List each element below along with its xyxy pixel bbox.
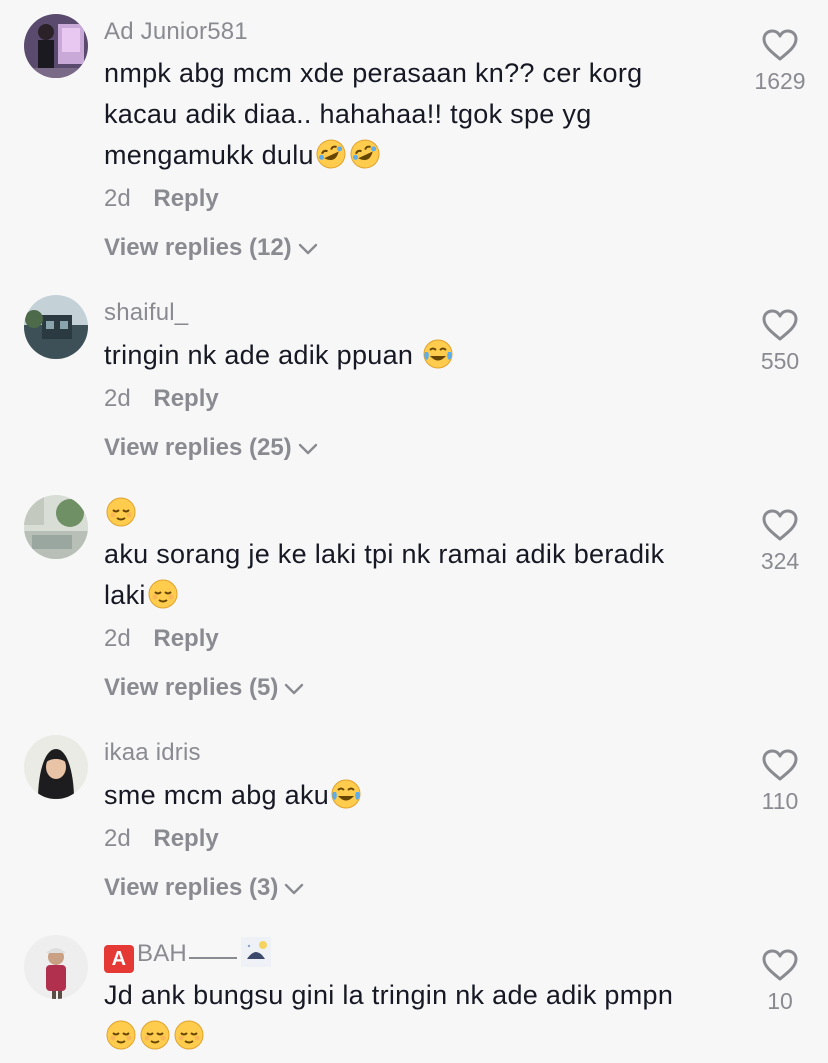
heart-icon[interactable] bbox=[761, 28, 799, 62]
tears-of-joy-emoji bbox=[422, 338, 454, 370]
comment-date: 2d bbox=[104, 625, 131, 652]
avatar[interactable] bbox=[24, 935, 88, 999]
reply-button[interactable]: Reply bbox=[153, 825, 218, 852]
comment-text: tringin nk ade adik ppuan bbox=[104, 335, 724, 376]
relieved-emoji bbox=[147, 578, 179, 610]
avatar[interactable] bbox=[24, 735, 88, 799]
username[interactable]: Ad Junior581 bbox=[104, 18, 248, 46]
like-count: 550 bbox=[760, 348, 800, 374]
comment-date: 2d bbox=[104, 825, 131, 852]
comment-text: aku sorang je ke laki tpi nk ramai adik … bbox=[104, 534, 724, 616]
like-control: 1629 bbox=[740, 28, 820, 95]
like-count: 324 bbox=[760, 548, 800, 574]
view-replies-button[interactable]: View replies (3) bbox=[104, 874, 304, 902]
comment-text: sme mcm abg aku bbox=[104, 775, 724, 816]
tears-of-joy-emoji bbox=[330, 778, 362, 810]
comment-item: A BAH Jd ank bungsu gini la tringin nk ad… bbox=[0, 920, 828, 1063]
comment-line: aku sorang je ke laki tpi nk ramai adik … bbox=[104, 539, 665, 569]
like-control: 324 bbox=[740, 508, 820, 575]
view-replies-label: View replies (12) bbox=[104, 234, 292, 261]
comment-item: aku sorang je ke laki tpi nk ramai adik … bbox=[0, 480, 828, 720]
heart-icon[interactable] bbox=[761, 308, 799, 342]
chevron-down-icon bbox=[298, 243, 317, 254]
view-replies-button[interactable]: View replies (12) bbox=[104, 234, 318, 262]
like-control: 10 bbox=[740, 948, 820, 1015]
comment-meta: 2d Reply bbox=[104, 625, 219, 653]
moon-icon bbox=[240, 937, 271, 967]
rofl-emoji bbox=[315, 138, 347, 170]
heart-icon[interactable] bbox=[761, 748, 799, 782]
like-count: 110 bbox=[761, 788, 799, 814]
comment-item: Ad Junior581 nmpk abg mcm xde perasaan k… bbox=[0, 0, 828, 280]
like-control: 110 bbox=[740, 748, 820, 815]
like-count: 1629 bbox=[754, 68, 806, 94]
comment-meta: 2d Reply bbox=[104, 385, 219, 413]
comment-item: shaiful_ tringin nk ade adik ppuan 2d Re… bbox=[0, 280, 828, 480]
comment-line: Jd ank bungsu gini la tringin nk ade adi… bbox=[104, 980, 674, 1010]
avatar[interactable] bbox=[24, 14, 88, 78]
username-text: BAH bbox=[137, 940, 187, 967]
avatar[interactable] bbox=[24, 495, 88, 559]
view-replies-label: View replies (25) bbox=[104, 434, 292, 461]
reply-button[interactable]: Reply bbox=[153, 625, 218, 652]
username[interactable] bbox=[104, 496, 138, 529]
reply-button[interactable]: Reply bbox=[153, 385, 218, 412]
username[interactable]: ikaa idris bbox=[104, 739, 201, 767]
letter-a-badge: A bbox=[104, 945, 134, 973]
comment-line: kacau adik diaa.. hahahaa!! tgok spe yg bbox=[104, 99, 592, 129]
comment-text: Jd ank bungsu gini la tringin nk ade adi… bbox=[104, 975, 724, 1057]
username[interactable]: shaiful_ bbox=[104, 299, 188, 327]
like-count: 10 bbox=[767, 988, 793, 1014]
like-control: 550 bbox=[740, 308, 820, 375]
comment-date: 2d bbox=[104, 185, 131, 212]
chevron-down-icon bbox=[285, 683, 304, 694]
view-replies-button[interactable]: View replies (5) bbox=[104, 674, 304, 702]
comment-line: laki bbox=[104, 580, 146, 610]
relieved-emoji bbox=[139, 1019, 171, 1051]
comment-line: mengamukk dulu bbox=[104, 140, 314, 170]
comment-meta: 2d Reply bbox=[104, 185, 219, 213]
view-replies-button[interactable]: View replies (25) bbox=[104, 434, 318, 462]
reply-button[interactable]: Reply bbox=[153, 185, 218, 212]
comment-date: 2d bbox=[104, 385, 131, 412]
comment-item: ikaa idris sme mcm abg aku 2d Reply View… bbox=[0, 720, 828, 920]
chevron-down-icon bbox=[298, 443, 317, 454]
relieved-emoji bbox=[105, 1019, 137, 1051]
comment-meta: 2d Reply bbox=[104, 825, 219, 853]
chevron-down-icon bbox=[285, 883, 304, 894]
username[interactable]: A BAH bbox=[104, 937, 271, 973]
view-replies-label: View replies (3) bbox=[104, 874, 279, 901]
comment-line: tringin nk ade adik ppuan bbox=[104, 340, 414, 370]
avatar[interactable] bbox=[24, 295, 88, 359]
relieved-emoji bbox=[173, 1019, 205, 1051]
heart-icon[interactable] bbox=[761, 508, 799, 542]
rofl-emoji bbox=[349, 138, 381, 170]
relieved-emoji bbox=[105, 496, 137, 528]
heart-icon[interactable] bbox=[761, 948, 799, 982]
comment-line: nmpk abg mcm xde perasaan kn?? cer korg bbox=[104, 58, 643, 88]
comment-text: nmpk abg mcm xde perasaan kn?? cer korg … bbox=[104, 53, 724, 176]
underline-decoration bbox=[188, 957, 237, 959]
comment-line: sme mcm abg aku bbox=[104, 780, 330, 810]
view-replies-label: View replies (5) bbox=[104, 674, 279, 701]
